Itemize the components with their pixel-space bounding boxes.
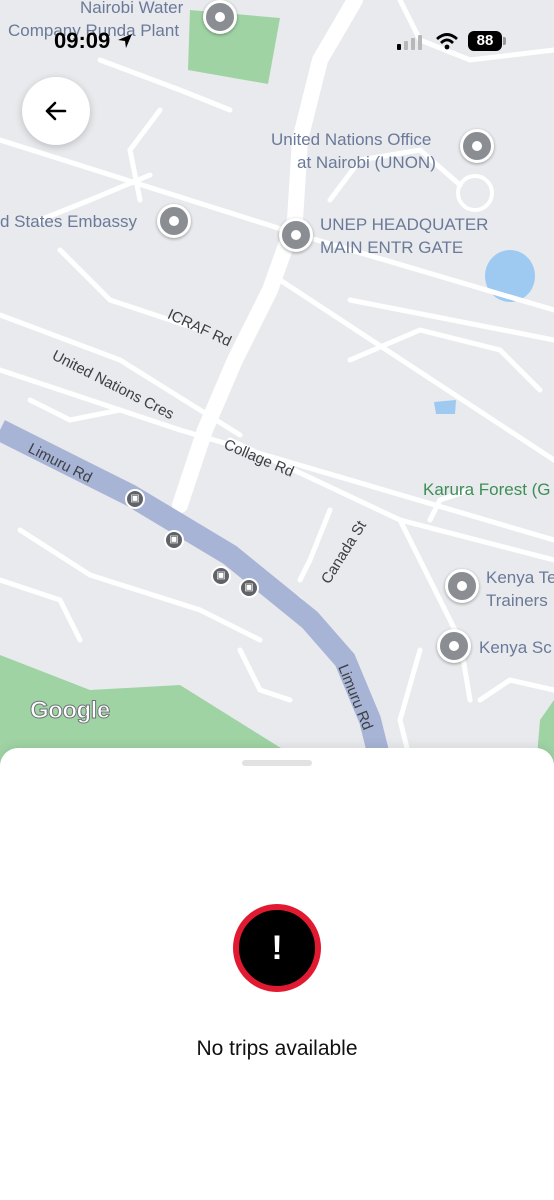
empty-state-message: No trips available	[196, 1037, 358, 1060]
status-time: 09:09	[54, 28, 134, 54]
google-attribution: Google	[30, 697, 111, 725]
embassy-pin-icon[interactable]	[157, 204, 191, 238]
bus-stop-icon[interactable]: ▣	[125, 489, 145, 509]
bus-stop-icon[interactable]: ▣	[239, 578, 259, 598]
status-bar: 09:09 88	[0, 0, 554, 80]
status-time-text: 09:09	[54, 28, 111, 53]
poi-kenya-trainers-label: Kenya Te	[486, 568, 554, 587]
poi-unon-label: United Nations Office	[271, 130, 432, 149]
back-button[interactable]	[22, 77, 90, 145]
alert-symbol: !	[271, 928, 283, 967]
poi-kenya-trainers-label-2: Trainers	[486, 591, 548, 610]
location-pin-icon[interactable]	[460, 129, 494, 163]
poi-unep-label-2: MAIN ENTR GATE	[320, 238, 464, 257]
school-pin-icon[interactable]	[445, 569, 479, 603]
poi-unon-label-2: at Nairobi (UNON)	[297, 153, 436, 172]
unep-pin-icon[interactable]	[279, 218, 313, 252]
poi-karura-forest-label: Karura Forest (G	[423, 480, 551, 499]
alert-icon: !	[233, 904, 321, 992]
bus-stop-icon[interactable]: ▣	[164, 530, 184, 550]
arrow-left-icon	[45, 101, 67, 121]
poi-us-embassy-label: d States Embassy	[0, 212, 138, 231]
wifi-icon	[436, 33, 458, 50]
poi-kenya-school-label: Kenya Sc	[479, 638, 552, 657]
cellular-signal-icon	[397, 35, 422, 50]
trips-bottom-sheet[interactable]: ! No trips available	[0, 748, 554, 1200]
location-arrow-icon	[118, 34, 133, 48]
poi-unep-label: UNEP HEADQUATER	[320, 215, 489, 234]
battery-icon: 88	[468, 31, 502, 51]
bus-stop-icon[interactable]: ▣	[211, 566, 231, 586]
school-pin-icon-2[interactable]	[437, 629, 471, 663]
battery-cap	[503, 37, 506, 45]
battery-level: 88	[476, 32, 494, 49]
sheet-drag-handle[interactable]	[242, 760, 312, 766]
